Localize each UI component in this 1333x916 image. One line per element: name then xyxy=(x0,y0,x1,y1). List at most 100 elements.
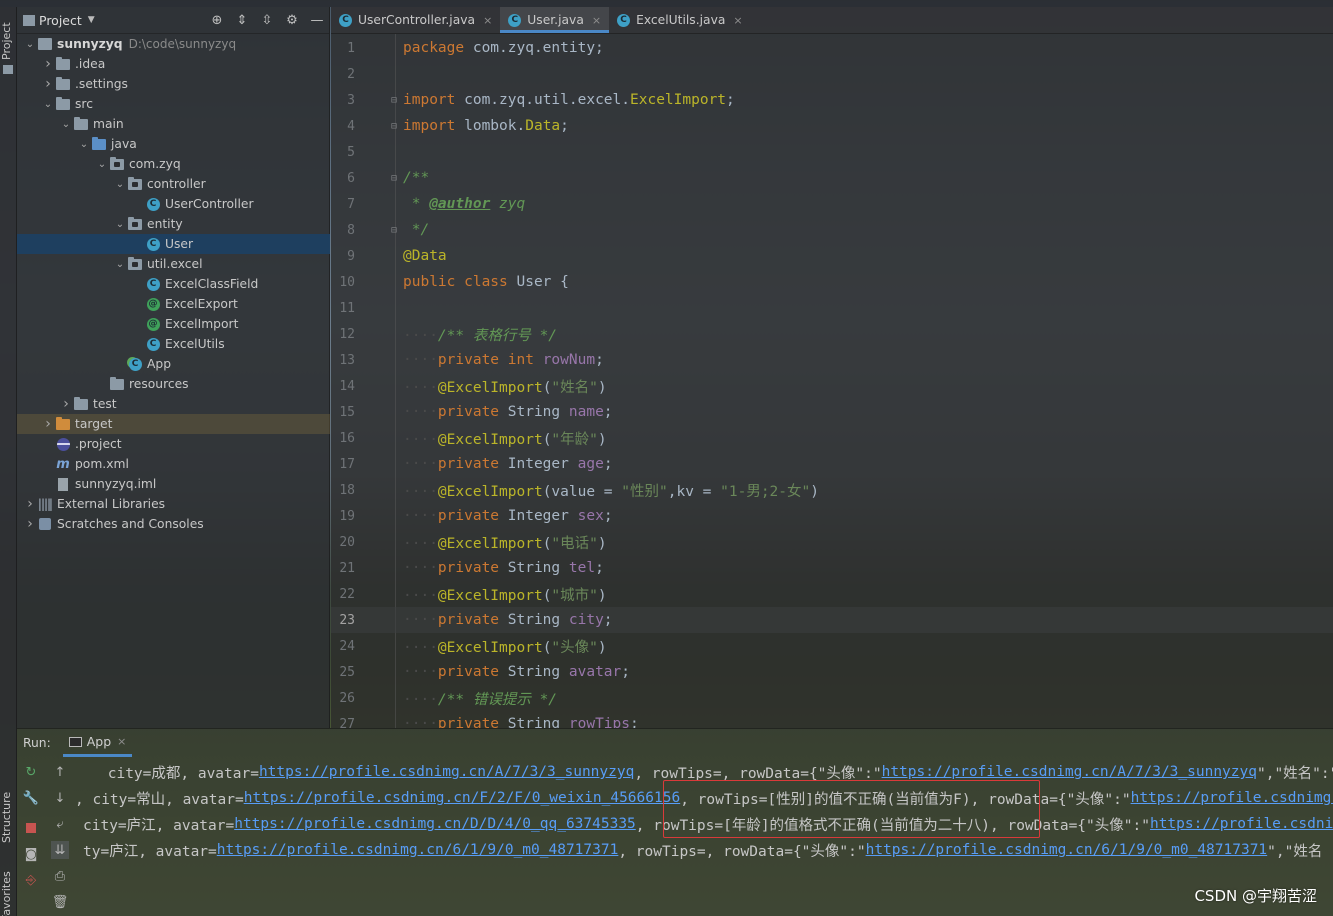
tree-item[interactable]: C App xyxy=(17,354,330,374)
code-line[interactable]: 4 ⊟ import lombok.Data; xyxy=(331,113,1333,139)
chevron-down-icon[interactable]: ▼ xyxy=(88,15,95,25)
close-icon[interactable]: × xyxy=(483,14,492,27)
close-icon[interactable]: × xyxy=(733,14,742,27)
project-tool-icon[interactable] xyxy=(3,65,13,74)
chevron-down-icon[interactable]: ⌄ xyxy=(23,39,37,50)
chevron-down-icon[interactable]: ⌄ xyxy=(77,139,91,150)
console-link[interactable]: https://profile.csdnimg.cn/6/1/9/0_m0_48… xyxy=(866,842,1268,858)
code-line[interactable]: 8 ⊟ */ xyxy=(331,217,1333,243)
tree-item[interactable]: sunnyzyq.iml xyxy=(17,474,330,494)
fold-icon[interactable]: ⊟ xyxy=(391,95,397,106)
code-editor[interactable]: 1 package com.zyq.entity; 2 3 ⊟ import com.zy… xyxy=(331,34,1333,728)
console-link[interactable]: https://profile.csdnimg.cn/F xyxy=(1131,790,1333,806)
code-line[interactable]: 9 @Data xyxy=(331,243,1333,269)
console-link[interactable]: https://profile.csdnimg.cn/F/2/F/0_weixi… xyxy=(244,790,681,806)
fold-icon[interactable]: ⊟ xyxy=(391,173,397,184)
tree-item[interactable]: @ ExcelImport xyxy=(17,314,330,334)
code-line[interactable]: 6 ⊟ /** xyxy=(331,165,1333,191)
stop-icon[interactable] xyxy=(22,819,40,837)
chevron-down-icon[interactable]: ⌄ xyxy=(113,259,127,270)
chevron-down-icon[interactable]: ⌄ xyxy=(95,159,109,170)
console-link[interactable]: https://profile.csdnimg.cn/6/1/9/0_m0_48… xyxy=(217,842,619,858)
tree-item[interactable]: › .settings xyxy=(17,74,330,94)
code-line[interactable]: 23 ····private String city; xyxy=(331,607,1333,633)
hide-icon[interactable]: — xyxy=(309,12,325,28)
tree-item[interactable]: C ExcelClassField xyxy=(17,274,330,294)
code-line[interactable]: 13 ····private int rowNum; xyxy=(331,347,1333,373)
code-line[interactable]: 2 xyxy=(331,61,1333,87)
chevron-down-icon[interactable]: ⌄ xyxy=(41,99,55,110)
tree-item[interactable]: ⌄ src xyxy=(17,94,330,114)
soft-wrap-icon[interactable]: ⤶ xyxy=(51,815,69,833)
code-line[interactable]: 20 ····@ExcelImport("电话") xyxy=(331,529,1333,555)
tree-item[interactable]: .project xyxy=(17,434,330,454)
editor-tab[interactable]: C UserController.java × xyxy=(331,7,500,33)
code-line[interactable]: 11 xyxy=(331,295,1333,321)
chevron-right-icon[interactable]: › xyxy=(23,496,37,512)
chevron-right-icon[interactable]: › xyxy=(41,416,55,432)
run-tab-app[interactable]: App × xyxy=(62,729,133,757)
scroll-to-end-icon[interactable]: ⇊ xyxy=(51,841,69,859)
tree-item[interactable]: › Scratches and Consoles xyxy=(17,514,330,534)
print-icon[interactable]: ⎙ xyxy=(51,867,69,885)
code-line[interactable]: 21 ····private String tel; xyxy=(331,555,1333,581)
tree-item[interactable]: › target xyxy=(17,414,330,434)
console-link[interactable]: https://profile.csdnimg.cn/A/7/3/3_sunny… xyxy=(259,764,634,780)
fold-icon[interactable]: ⊟ xyxy=(391,121,397,132)
tree-item[interactable]: › test xyxy=(17,394,330,414)
console-link[interactable]: https://profile.csdnimg.cn/A/7/3/3_sunny… xyxy=(882,764,1257,780)
code-line[interactable]: 1 package com.zyq.entity; xyxy=(331,35,1333,61)
editor-tab[interactable]: C ExcelUtils.java × xyxy=(609,7,751,33)
code-line[interactable]: 12 ····/** 表格行号 */ xyxy=(331,321,1333,347)
tree-item[interactable]: m pom.xml xyxy=(17,454,330,474)
code-line[interactable]: 10 public class User { xyxy=(331,269,1333,295)
tree-item[interactable]: C ExcelUtils xyxy=(17,334,330,354)
code-line[interactable]: 17 ····private Integer age; xyxy=(331,451,1333,477)
code-line[interactable]: 22 ····@ExcelImport("城市") xyxy=(331,581,1333,607)
close-icon[interactable]: × xyxy=(592,14,601,27)
structure-tool-tab[interactable]: Structure xyxy=(0,787,17,847)
project-view-title[interactable]: Project xyxy=(39,13,82,28)
code-line[interactable]: 3 ⊟ import com.zyq.util.excel.ExcelImport; xyxy=(331,87,1333,113)
code-line[interactable]: 7 * @author zyq xyxy=(331,191,1333,217)
console-link[interactable]: https://profile.csdnimg.cn/D xyxy=(1150,816,1333,832)
tree-item[interactable]: ⌄ main xyxy=(17,114,330,134)
locate-icon[interactable]: ⊕ xyxy=(209,12,225,28)
tree-item[interactable]: resources xyxy=(17,374,330,394)
tree-item[interactable]: ⌄ com.zyq xyxy=(17,154,330,174)
chevron-down-icon[interactable]: ⌄ xyxy=(113,219,127,230)
camera-icon[interactable]: ◙ xyxy=(22,845,40,863)
code-line[interactable]: 19 ····private Integer sex; xyxy=(331,503,1333,529)
tree-item[interactable]: ⌄ util.excel xyxy=(17,254,330,274)
chevron-right-icon[interactable]: › xyxy=(59,396,73,412)
tree-item[interactable]: ⌄ java xyxy=(17,134,330,154)
code-line[interactable]: 27 ····private String rowTips; xyxy=(331,711,1333,728)
tree-item[interactable]: › .idea xyxy=(17,54,330,74)
gear-icon[interactable]: ⚙ xyxy=(284,12,300,28)
code-line[interactable]: 14 ····@ExcelImport("姓名") xyxy=(331,373,1333,399)
scroll-up-icon[interactable]: ↑ xyxy=(51,763,69,781)
tree-item[interactable]: C UserController xyxy=(17,194,330,214)
code-line[interactable]: 24 ····@ExcelImport("头像") xyxy=(331,633,1333,659)
project-tool-tab[interactable]: Project xyxy=(0,19,17,63)
tree-item[interactable]: @ ExcelExport xyxy=(17,294,330,314)
code-line[interactable]: 25 ····private String avatar; xyxy=(331,659,1333,685)
rerun-icon[interactable]: ↻ xyxy=(22,763,40,781)
fold-icon[interactable]: ⊟ xyxy=(391,225,397,236)
expand-all-icon[interactable]: ⇕ xyxy=(234,12,250,28)
tree-item[interactable]: › |||‖ External Libraries xyxy=(17,494,330,514)
scroll-down-icon[interactable]: ↓ xyxy=(51,789,69,807)
close-icon[interactable]: × xyxy=(117,735,126,748)
chevron-right-icon[interactable]: › xyxy=(41,56,55,72)
console-link[interactable]: https://profile.csdnimg.cn/D/D/4/0_qq_63… xyxy=(234,816,636,832)
tree-item[interactable]: C User xyxy=(17,234,330,254)
code-line[interactable]: 26 ····/** 错误提示 */ xyxy=(331,685,1333,711)
tree-item[interactable]: ⌄ sunnyzyq D:\code\sunnyzyq xyxy=(17,34,330,54)
editor-tab[interactable]: C User.java × xyxy=(500,7,610,33)
chevron-right-icon[interactable]: › xyxy=(41,76,55,92)
code-line[interactable]: 15 ····private String name; xyxy=(331,399,1333,425)
exit-icon[interactable]: ⎆ xyxy=(22,871,40,889)
code-line[interactable]: 5 xyxy=(331,139,1333,165)
code-line[interactable]: 16 ····@ExcelImport("年龄") xyxy=(331,425,1333,451)
tree-item[interactable]: ⌄ entity xyxy=(17,214,330,234)
